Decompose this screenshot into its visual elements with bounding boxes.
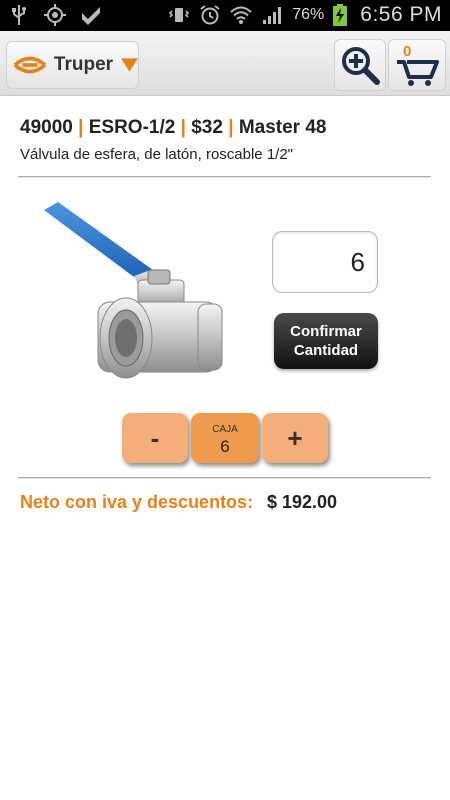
unit-box: CAJA 6 <box>191 413 259 463</box>
brand-selector-button[interactable]: Truper <box>6 41 139 89</box>
product-master: Master 48 <box>238 117 327 138</box>
separator: | <box>228 117 234 138</box>
divider <box>18 477 431 478</box>
brand-name: Truper <box>53 54 114 75</box>
wifi-icon <box>230 4 252 26</box>
vibrate-icon <box>168 4 190 26</box>
product-sku: ESRO-1/2 <box>88 117 176 138</box>
zoom-in-icon <box>342 47 380 85</box>
product-description: Válvula de esfera, de latón, roscable 1/… <box>20 146 293 163</box>
confirm-quantity-label: Confirmar Cantidad <box>290 323 362 359</box>
product-price: $32 <box>191 117 223 138</box>
unit-label: CAJA <box>212 424 238 435</box>
divider <box>18 176 431 177</box>
zoom-in-button[interactable] <box>334 39 386 91</box>
decrement-button[interactable]: - <box>122 413 188 463</box>
truper-logo-icon <box>13 56 47 74</box>
product-image <box>44 202 223 379</box>
gps-icon <box>44 4 66 26</box>
clock: 6:56 PM <box>360 3 442 26</box>
separator: | <box>78 117 84 138</box>
usb-icon <box>8 4 30 26</box>
unit-count: 6 <box>220 437 230 456</box>
caret-down-icon <box>121 58 138 72</box>
quantity-input[interactable]: 6 <box>272 231 378 293</box>
battery-percent: 76% <box>292 6 325 23</box>
separator: | <box>180 117 186 138</box>
confirm-quantity-button[interactable]: Confirmar Cantidad <box>274 313 378 369</box>
alarm-icon <box>199 4 221 26</box>
status-bar: 76% 6:56 PM <box>0 0 450 31</box>
product-code: 49000 <box>20 117 73 138</box>
cart-button[interactable]: 0 <box>388 39 446 91</box>
app-bar: Truper 0 <box>0 31 450 96</box>
shopping-cart-icon <box>397 60 439 86</box>
increment-button[interactable]: + <box>262 413 328 463</box>
total-label: Neto con iva y descuentos: <box>20 492 254 512</box>
total-value: $ 192.00 <box>267 492 338 512</box>
battery-charging-icon <box>329 4 351 26</box>
check-shield-icon <box>80 4 102 26</box>
product-title: 49000 | ESRO-1/2 | $32 | Master 48 <box>20 117 326 139</box>
signal-icon <box>261 4 283 26</box>
